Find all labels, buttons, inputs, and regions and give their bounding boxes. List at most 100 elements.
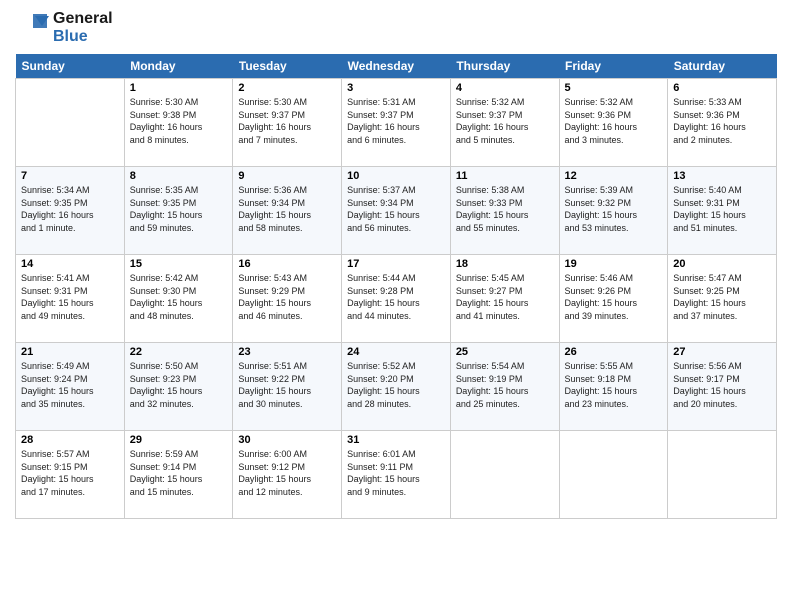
calendar-table: SundayMondayTuesdayWednesdayThursdayFrid… xyxy=(15,54,777,519)
day-number: 13 xyxy=(673,170,771,182)
day-info: Sunrise: 5:32 AMSunset: 9:37 PMDaylight:… xyxy=(456,96,554,146)
day-number: 12 xyxy=(565,170,663,182)
day-number: 18 xyxy=(456,258,554,270)
calendar-cell: 22Sunrise: 5:50 AMSunset: 9:23 PMDayligh… xyxy=(124,343,233,431)
calendar-cell: 30 Sunrise: 6:00 AMSunset: 9:12 PMDayligh… xyxy=(233,431,342,519)
day-info: Sunrise: 5:36 AMSunset: 9:34 PMDaylight:… xyxy=(238,184,336,234)
day-info: Sunrise: 5:43 AMSunset: 9:29 PMDaylight:… xyxy=(238,272,336,322)
day-number: 9 xyxy=(238,170,336,182)
calendar-cell: 14Sunrise: 5:41 AMSunset: 9:31 PMDayligh… xyxy=(16,255,125,343)
day-number: 5 xyxy=(565,82,663,94)
day-info: Sunrise: 5:42 AMSunset: 9:30 PMDaylight:… xyxy=(130,272,228,322)
day-number: 24 xyxy=(347,346,445,358)
day-info: Sunrise: 5:34 AMSunset: 9:35 PMDaylight:… xyxy=(21,184,119,234)
logo-container: General Blue xyxy=(15,10,113,46)
calendar-cell: 24Sunrise: 5:52 AMSunset: 9:20 PMDayligh… xyxy=(342,343,451,431)
day-info: Sunrise: 5:51 AMSunset: 9:22 PMDaylight:… xyxy=(238,360,336,410)
calendar-cell: 26 Sunrise: 5:55 AMSunset: 9:18 PMDayligh… xyxy=(559,343,668,431)
day-info: Sunrise: 5:57 AMSunset: 9:15 PMDaylight:… xyxy=(21,448,119,498)
day-number: 26 xyxy=(565,346,663,358)
calendar-cell: 23 Sunrise: 5:51 AMSunset: 9:22 PMDayligh… xyxy=(233,343,342,431)
day-info: Sunrise: 5:44 AMSunset: 9:28 PMDaylight:… xyxy=(347,272,445,322)
day-number: 19 xyxy=(565,258,663,270)
calendar-cell: 9 Sunrise: 5:36 AMSunset: 9:34 PMDaylight… xyxy=(233,167,342,255)
day-number: 10 xyxy=(347,170,445,182)
calendar-cell: 17 Sunrise: 5:44 AMSunset: 9:28 PMDayligh… xyxy=(342,255,451,343)
calendar-cell: 6 Sunrise: 5:33 AMSunset: 9:36 PMDaylight… xyxy=(668,79,777,167)
day-number: 21 xyxy=(21,346,119,358)
day-info: Sunrise: 5:45 AMSunset: 9:27 PMDaylight:… xyxy=(456,272,554,322)
day-info: Sunrise: 5:46 AMSunset: 9:26 PMDaylight:… xyxy=(565,272,663,322)
day-number: 15 xyxy=(130,258,228,270)
day-number: 25 xyxy=(456,346,554,358)
day-info: Sunrise: 5:55 AMSunset: 9:18 PMDaylight:… xyxy=(565,360,663,410)
day-info: Sunrise: 5:49 AMSunset: 9:24 PMDaylight:… xyxy=(21,360,119,410)
day-info: Sunrise: 5:38 AMSunset: 9:33 PMDaylight:… xyxy=(456,184,554,234)
day-number: 8 xyxy=(130,170,228,182)
calendar-page: General Blue SundayMondayTuesdayWednesda… xyxy=(0,0,792,612)
day-info: Sunrise: 6:01 AMSunset: 9:11 PMDaylight:… xyxy=(347,448,445,498)
day-number: 27 xyxy=(673,346,771,358)
logo-text-blue: Blue xyxy=(53,28,113,46)
day-info: Sunrise: 5:32 AMSunset: 9:36 PMDaylight:… xyxy=(565,96,663,146)
week-row-1: 1 Sunrise: 5:30 AMSunset: 9:38 PMDaylight… xyxy=(16,79,777,167)
calendar-cell: 2 Sunrise: 5:30 AMSunset: 9:37 PMDaylight… xyxy=(233,79,342,167)
header: General Blue xyxy=(15,10,777,46)
day-info: Sunrise: 6:00 AMSunset: 9:12 PMDaylight:… xyxy=(238,448,336,498)
calendar-cell: 28 Sunrise: 5:57 AMSunset: 9:15 PMDayligh… xyxy=(16,431,125,519)
day-info: Sunrise: 5:39 AMSunset: 9:32 PMDaylight:… xyxy=(565,184,663,234)
calendar-cell xyxy=(559,431,668,519)
day-info: Sunrise: 5:41 AMSunset: 9:31 PMDaylight:… xyxy=(21,272,119,322)
day-number: 29 xyxy=(130,434,228,446)
logo-text-general: General xyxy=(53,10,113,28)
day-number: 7 xyxy=(21,170,119,182)
calendar-cell: 13Sunrise: 5:40 AMSunset: 9:31 PMDayligh… xyxy=(668,167,777,255)
day-number: 23 xyxy=(238,346,336,358)
calendar-cell: 27Sunrise: 5:56 AMSunset: 9:17 PMDayligh… xyxy=(668,343,777,431)
week-row-4: 21 Sunrise: 5:49 AMSunset: 9:24 PMDayligh… xyxy=(16,343,777,431)
day-info: Sunrise: 5:30 AMSunset: 9:37 PMDaylight:… xyxy=(238,96,336,146)
day-info: Sunrise: 5:33 AMSunset: 9:36 PMDaylight:… xyxy=(673,96,771,146)
day-info: Sunrise: 5:35 AMSunset: 9:35 PMDaylight:… xyxy=(130,184,228,234)
col-header-wednesday: Wednesday xyxy=(342,54,451,79)
col-header-monday: Monday xyxy=(124,54,233,79)
calendar-cell: 19 Sunrise: 5:46 AMSunset: 9:26 PMDayligh… xyxy=(559,255,668,343)
calendar-cell: 16Sunrise: 5:43 AMSunset: 9:29 PMDayligh… xyxy=(233,255,342,343)
col-header-thursday: Thursday xyxy=(450,54,559,79)
day-number: 28 xyxy=(21,434,119,446)
calendar-cell: 11 Sunrise: 5:38 AMSunset: 9:33 PMDayligh… xyxy=(450,167,559,255)
day-number: 30 xyxy=(238,434,336,446)
logo: General Blue xyxy=(15,10,113,46)
calendar-cell xyxy=(16,79,125,167)
day-info: Sunrise: 5:30 AMSunset: 9:38 PMDaylight:… xyxy=(130,96,228,146)
day-number: 17 xyxy=(347,258,445,270)
day-info: Sunrise: 5:37 AMSunset: 9:34 PMDaylight:… xyxy=(347,184,445,234)
day-info: Sunrise: 5:59 AMSunset: 9:14 PMDaylight:… xyxy=(130,448,228,498)
week-row-5: 28 Sunrise: 5:57 AMSunset: 9:15 PMDayligh… xyxy=(16,431,777,519)
day-number: 20 xyxy=(673,258,771,270)
day-number: 4 xyxy=(456,82,554,94)
calendar-cell xyxy=(668,431,777,519)
calendar-cell: 15 Sunrise: 5:42 AMSunset: 9:30 PMDayligh… xyxy=(124,255,233,343)
calendar-cell xyxy=(450,431,559,519)
header-row: SundayMondayTuesdayWednesdayThursdayFrid… xyxy=(16,54,777,79)
col-header-tuesday: Tuesday xyxy=(233,54,342,79)
calendar-cell: 10 Sunrise: 5:37 AMSunset: 9:34 PMDayligh… xyxy=(342,167,451,255)
day-number: 22 xyxy=(130,346,228,358)
col-header-sunday: Sunday xyxy=(16,54,125,79)
day-number: 2 xyxy=(238,82,336,94)
day-info: Sunrise: 5:31 AMSunset: 9:37 PMDaylight:… xyxy=(347,96,445,146)
calendar-cell: 4 Sunrise: 5:32 AMSunset: 9:37 PMDaylight… xyxy=(450,79,559,167)
calendar-cell: 1 Sunrise: 5:30 AMSunset: 9:38 PMDaylight… xyxy=(124,79,233,167)
calendar-cell: 25Sunrise: 5:54 AMSunset: 9:19 PMDayligh… xyxy=(450,343,559,431)
calendar-cell: 20Sunrise: 5:47 AMSunset: 9:25 PMDayligh… xyxy=(668,255,777,343)
calendar-cell: 8 Sunrise: 5:35 AMSunset: 9:35 PMDaylight… xyxy=(124,167,233,255)
day-number: 3 xyxy=(347,82,445,94)
day-number: 6 xyxy=(673,82,771,94)
col-header-saturday: Saturday xyxy=(668,54,777,79)
col-header-friday: Friday xyxy=(559,54,668,79)
day-number: 1 xyxy=(130,82,228,94)
day-number: 11 xyxy=(456,170,554,182)
calendar-cell: 21 Sunrise: 5:49 AMSunset: 9:24 PMDayligh… xyxy=(16,343,125,431)
calendar-cell: 29 Sunrise: 5:59 AMSunset: 9:14 PMDayligh… xyxy=(124,431,233,519)
